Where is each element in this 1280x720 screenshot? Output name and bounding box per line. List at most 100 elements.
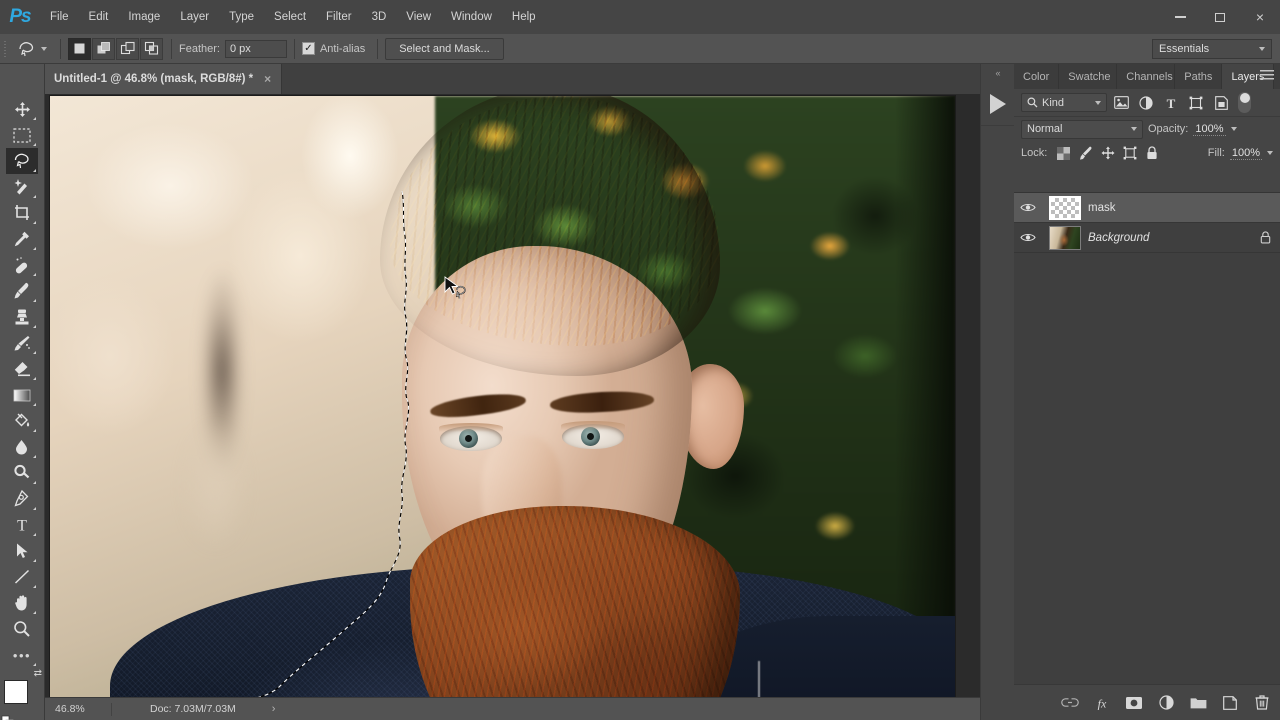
filter-smart-objects-icon[interactable]: [1210, 93, 1232, 113]
status-menu-arrow-icon[interactable]: ›: [272, 703, 276, 715]
dodge-tool[interactable]: [6, 460, 38, 486]
layer-row-mask[interactable]: mask: [1014, 193, 1280, 223]
select-and-mask-button[interactable]: Select and Mask...: [385, 37, 504, 60]
lock-transparent-pixels-icon[interactable]: [1056, 146, 1071, 161]
document-artboard[interactable]: [50, 96, 955, 699]
lock-all-icon[interactable]: [1144, 146, 1159, 161]
menu-edit[interactable]: Edit: [79, 0, 119, 34]
document-tab-close-icon[interactable]: ×: [264, 73, 271, 85]
quick-selection-tool[interactable]: [6, 174, 38, 200]
canvas-area[interactable]: [45, 94, 980, 720]
delete-layer-button[interactable]: [1252, 693, 1272, 713]
clone-stamp-tool[interactable]: [6, 304, 38, 330]
spot-healing-brush-tool[interactable]: [6, 252, 38, 278]
layer-visibility-toggle[interactable]: [1014, 223, 1042, 253]
new-group-button[interactable]: [1188, 693, 1208, 713]
filter-kind-select[interactable]: Kind: [1021, 93, 1107, 112]
menu-layer[interactable]: Layer: [170, 0, 219, 34]
lock-image-pixels-icon[interactable]: [1078, 146, 1093, 161]
history-brush-tool[interactable]: [6, 330, 38, 356]
lock-position-icon[interactable]: [1100, 146, 1115, 161]
close-icon: ×: [1255, 9, 1265, 25]
menu-filter[interactable]: Filter: [316, 0, 362, 34]
filter-shape-layers-icon[interactable]: [1185, 93, 1207, 113]
expand-dock-arrows-icon[interactable]: «: [981, 64, 1014, 82]
tab-color[interactable]: Color: [1014, 64, 1060, 89]
filter-type-layers-icon[interactable]: T: [1160, 93, 1182, 113]
zoom-tool[interactable]: [6, 616, 38, 642]
foreground-color-swatch[interactable]: [4, 680, 28, 704]
close-button[interactable]: ×: [1240, 0, 1280, 34]
tool-preset-picker[interactable]: [10, 37, 53, 61]
layer-thumbnail-background: [1049, 225, 1081, 250]
zoom-level-field[interactable]: 46.8%: [45, 703, 111, 715]
menu-help[interactable]: Help: [502, 0, 546, 34]
filter-pixel-layers-icon[interactable]: [1110, 93, 1132, 113]
layer-thumbnail-cell[interactable]: [1042, 195, 1088, 220]
layer-style-button[interactable]: fx: [1092, 693, 1112, 713]
add-to-selection-button[interactable]: [92, 37, 115, 60]
eye-pupil: [465, 435, 472, 442]
opacity-value[interactable]: 100%: [1193, 123, 1226, 136]
blend-mode-select[interactable]: Normal: [1021, 119, 1143, 139]
layer-row-background[interactable]: Background: [1014, 223, 1280, 253]
panel-menu-icon[interactable]: [1260, 70, 1274, 82]
menu-select[interactable]: Select: [264, 0, 316, 34]
menu-window[interactable]: Window: [441, 0, 502, 34]
workspace-label: Essentials: [1159, 43, 1210, 55]
hand-tool[interactable]: [6, 590, 38, 616]
subtract-from-selection-button[interactable]: [116, 37, 139, 60]
document-tab[interactable]: Untitled-1 @ 46.8% (mask, RGB/8#) * ×: [40, 64, 283, 94]
eyedropper-tool[interactable]: [6, 226, 38, 252]
path-selection-tool[interactable]: [6, 538, 38, 564]
crop-tool[interactable]: [6, 200, 38, 226]
maximize-button[interactable]: [1200, 0, 1240, 34]
paint-bucket-tool[interactable]: [6, 408, 38, 434]
fill-value[interactable]: 100%: [1229, 147, 1262, 160]
default-colors-icon[interactable]: [1, 715, 14, 720]
menu-3d[interactable]: 3D: [362, 0, 397, 34]
line-tool[interactable]: [6, 564, 38, 590]
new-layer-button[interactable]: [1220, 693, 1240, 713]
layer-name-background[interactable]: Background: [1088, 232, 1250, 244]
blur-tool[interactable]: [6, 434, 38, 460]
new-adjustment-layer-button[interactable]: [1156, 693, 1176, 713]
layer-name-mask[interactable]: mask: [1088, 202, 1250, 214]
menu-view[interactable]: View: [396, 0, 441, 34]
filter-enable-toggle[interactable]: [1238, 92, 1251, 113]
layer-thumbnail-cell[interactable]: [1042, 225, 1088, 250]
workspace-selector[interactable]: Essentials: [1152, 39, 1272, 59]
menu-file[interactable]: File: [40, 0, 79, 34]
filter-adjustment-layers-icon[interactable]: [1135, 93, 1157, 113]
link-layers-button[interactable]: [1060, 693, 1080, 713]
minimize-button[interactable]: [1160, 0, 1200, 34]
timeline-play-button[interactable]: [981, 82, 1015, 126]
feather-input[interactable]: [224, 39, 287, 58]
add-layer-mask-button[interactable]: [1124, 693, 1144, 713]
tab-paths[interactable]: Paths: [1175, 64, 1223, 89]
layer-visibility-toggle[interactable]: [1014, 193, 1042, 223]
swap-colors-icon[interactable]: ⇄: [34, 668, 42, 679]
lasso-tool[interactable]: [6, 148, 38, 174]
edit-toolbar-button[interactable]: •••: [6, 642, 38, 668]
move-tool[interactable]: [6, 96, 38, 122]
menu-type[interactable]: Type: [219, 0, 264, 34]
rectangular-marquee-tool[interactable]: [6, 122, 38, 148]
type-tool[interactable]: T: [6, 512, 38, 538]
new-selection-button[interactable]: [68, 37, 91, 60]
anti-alias-checkbox[interactable]: ✓: [301, 42, 315, 55]
fill-chevron-down-icon[interactable]: [1267, 151, 1273, 155]
options-bar-grip[interactable]: [0, 34, 10, 64]
gradient-tool[interactable]: [6, 382, 38, 408]
anti-alias-toggle[interactable]: ✓ Anti-alias: [301, 42, 370, 55]
tab-channels[interactable]: Channels: [1117, 64, 1176, 89]
tab-swatches[interactable]: Swatche: [1059, 64, 1118, 89]
menu-image[interactable]: Image: [118, 0, 170, 34]
brush-tool[interactable]: [6, 278, 38, 304]
intersect-with-selection-button[interactable]: [140, 37, 163, 60]
eraser-tool[interactable]: [6, 356, 38, 382]
window-controls: ×: [1160, 0, 1280, 34]
opacity-chevron-down-icon[interactable]: [1230, 127, 1237, 131]
lock-artboard-nesting-icon[interactable]: [1122, 146, 1137, 161]
pen-tool[interactable]: [6, 486, 38, 512]
